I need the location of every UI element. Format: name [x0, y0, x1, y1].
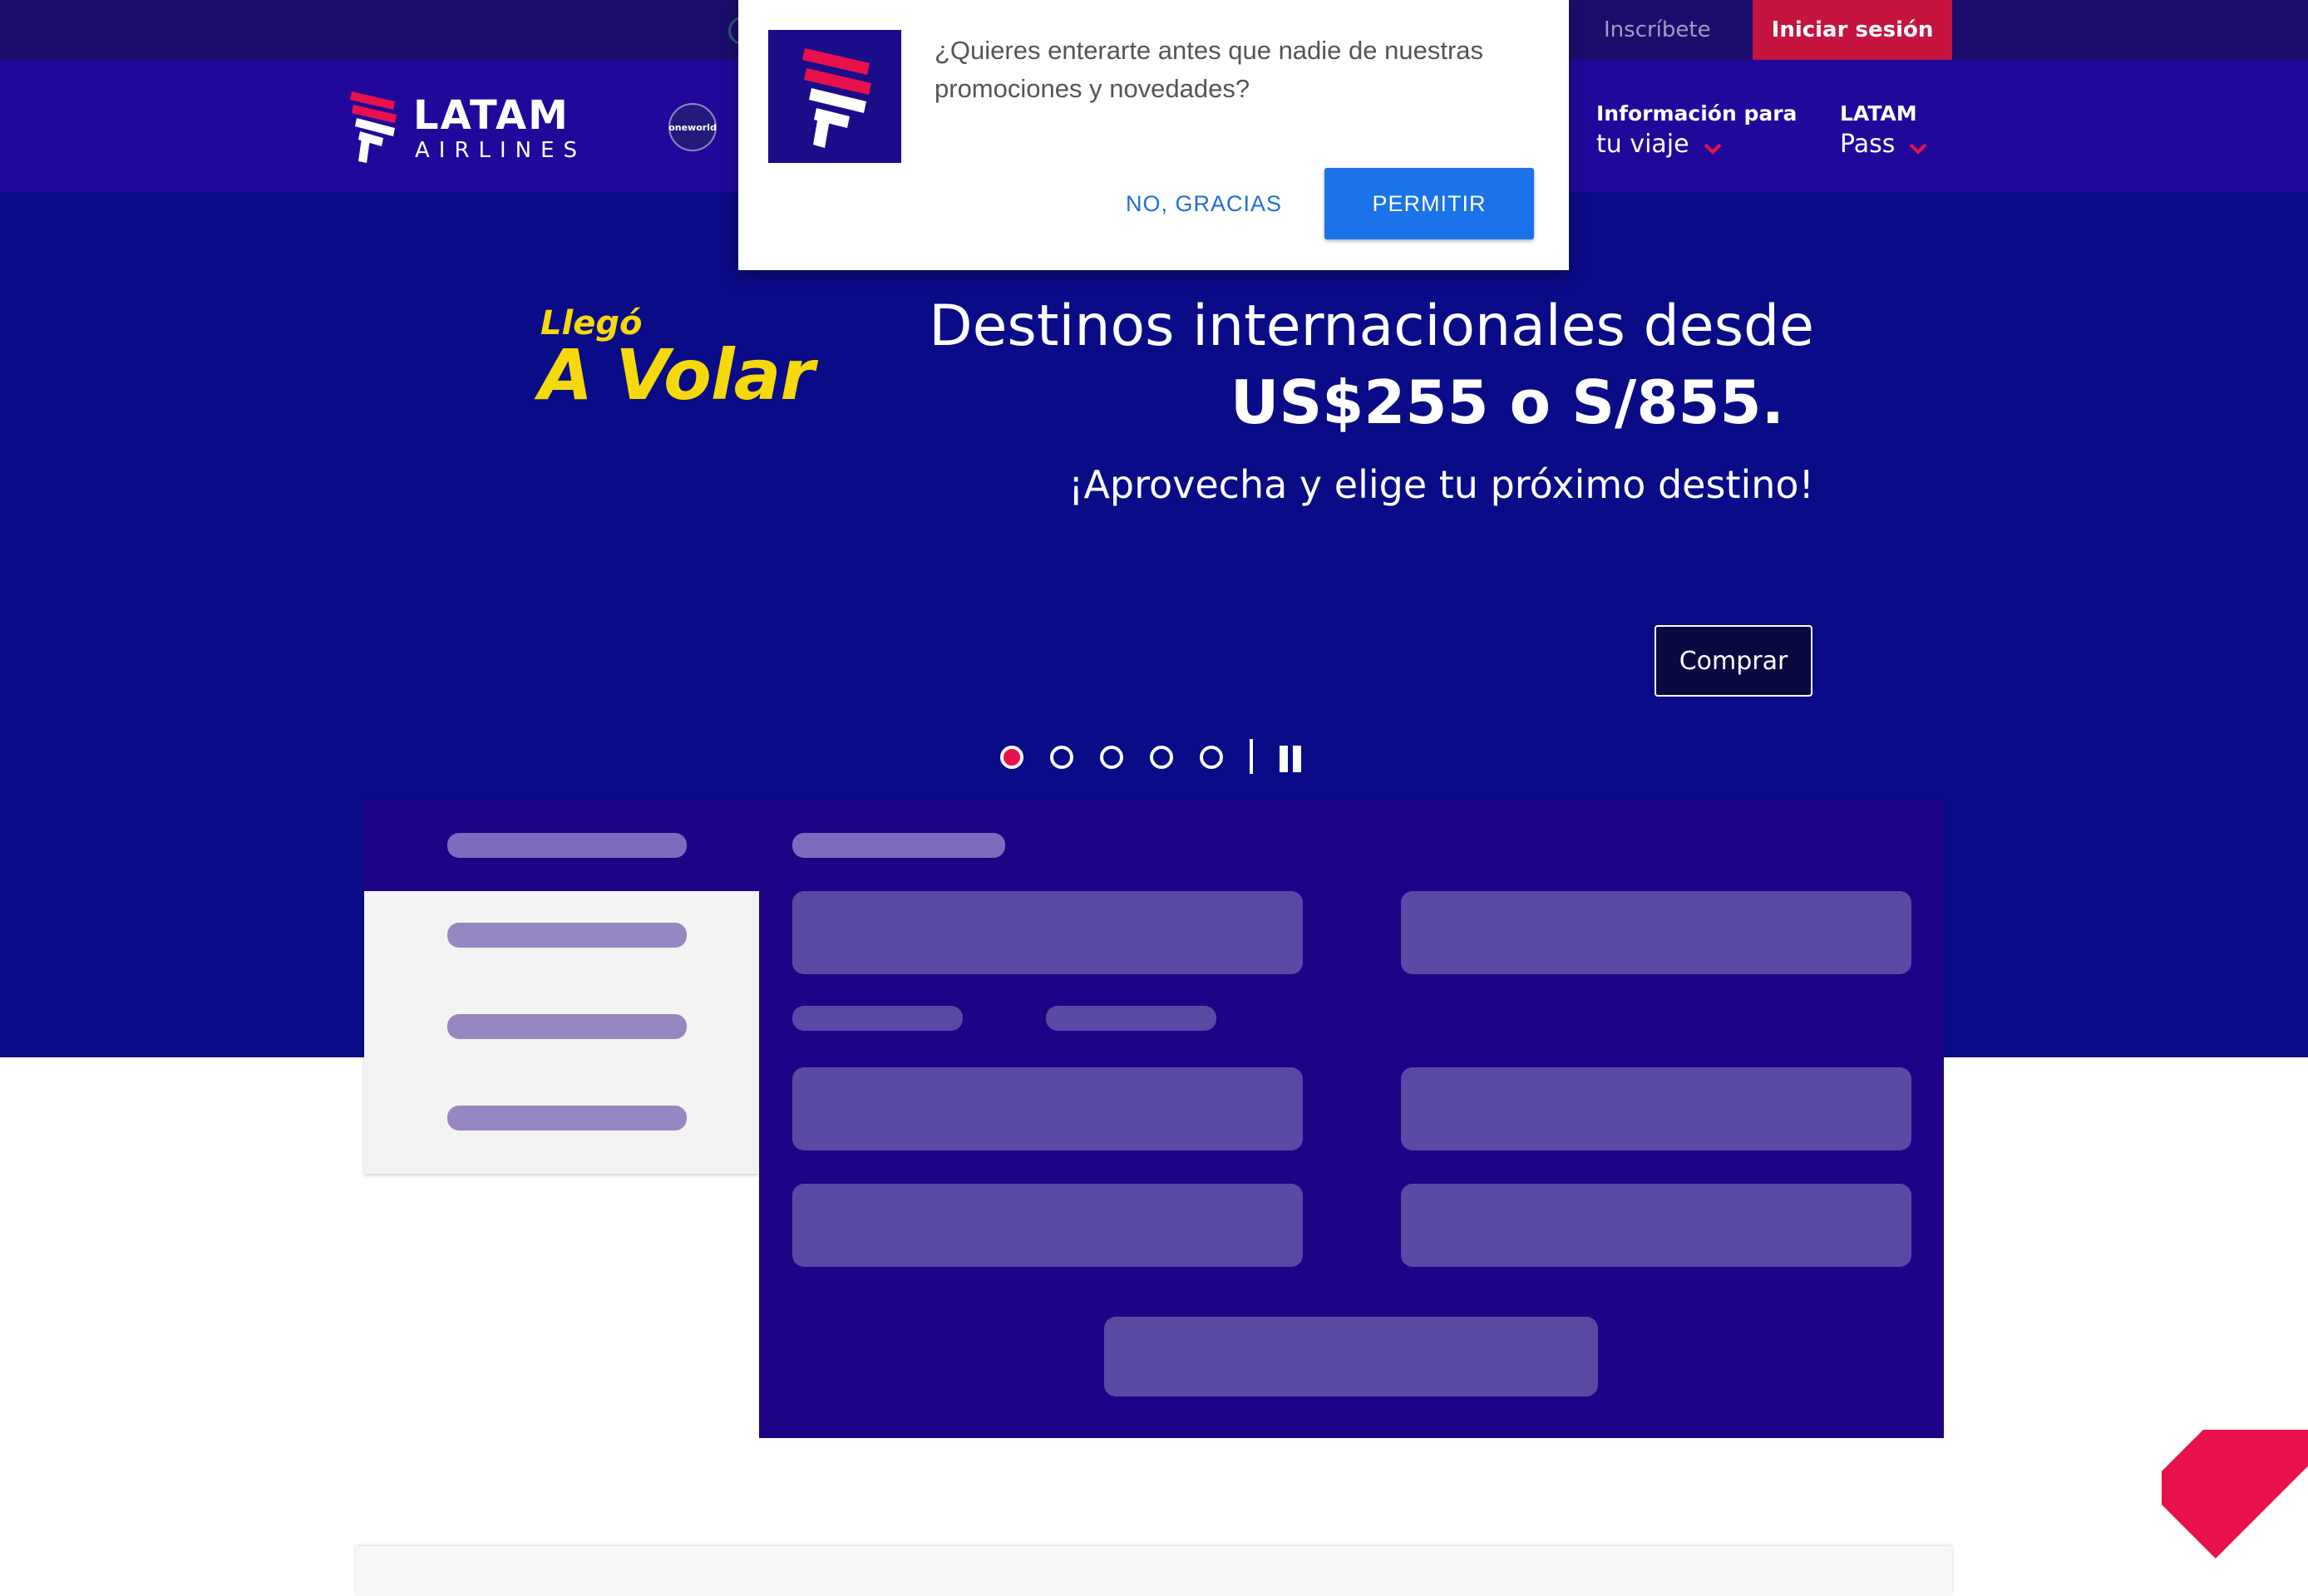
- pause-icon[interactable]: [1278, 746, 1303, 772]
- carousel-dot-4[interactable]: [1150, 746, 1173, 769]
- skeleton-input-origin: [792, 891, 1303, 974]
- chevron-down-icon: [1704, 143, 1722, 155]
- nav-item-sublabel: Pass: [1840, 130, 1896, 159]
- allow-button[interactable]: PERMITIR: [1324, 168, 1534, 239]
- popup-message: ¿Quieres enterarte antes que nadie de nu…: [935, 36, 1484, 103]
- hero-price: US$255 o S/855.: [1230, 367, 1784, 437]
- popup-logo: [768, 30, 901, 163]
- latam-logo-icon: [350, 91, 397, 163]
- skeleton-tab-label: [447, 833, 687, 858]
- nav-item-travel-info[interactable]: Información para tu viaje: [1596, 100, 1797, 161]
- buy-button[interactable]: Comprar: [1655, 625, 1812, 697]
- carousel-divider: [1250, 739, 1253, 774]
- booking-widget-header: [364, 800, 1944, 891]
- content-card: [356, 1546, 1952, 1596]
- skeleton-input-return: [1401, 1067, 1911, 1150]
- oneworld-badge[interactable]: oneworld: [668, 103, 717, 151]
- booking-widget-form: [759, 891, 1944, 1438]
- hero-title: Destinos internacionales desde: [929, 293, 1814, 359]
- latam-logo[interactable]: LATAM AIRLINES: [348, 86, 606, 170]
- logo-subtitle: AIRLINES: [415, 138, 587, 163]
- chevron-down-icon: [1910, 143, 1927, 155]
- skeleton-input-destination: [1401, 891, 1911, 974]
- carousel-dot-5[interactable]: [1200, 746, 1223, 769]
- skeleton-sidebar-item: [447, 1014, 687, 1039]
- skeleton-search-button: [1104, 1317, 1598, 1396]
- skeleton-heading: [792, 833, 1005, 858]
- skeleton-option: [1046, 1006, 1216, 1031]
- login-button[interactable]: Iniciar sesión: [1753, 0, 1952, 60]
- hero-subtitle: ¡Aprovecha y elige tu próximo destino!: [1068, 462, 1814, 507]
- promo-logo-main: A Volar: [539, 334, 815, 416]
- skeleton-option: [792, 1006, 963, 1031]
- notification-popup: ¿Quieres enterarte antes que nadie de nu…: [738, 0, 1569, 270]
- skeleton-sidebar-item: [447, 1106, 687, 1130]
- skeleton-input-cabin: [1401, 1184, 1911, 1267]
- skeleton-input-passengers: [792, 1184, 1303, 1267]
- nav-item-latam-pass[interactable]: LATAM Pass: [1840, 100, 1927, 161]
- booking-widget-sidebar: [364, 891, 759, 1174]
- feedback-ribbon[interactable]: Danos tu opinión: [2162, 1430, 2308, 1576]
- logo-wordmark: LATAM: [413, 92, 570, 139]
- nav-item-sublabel: tu viaje: [1596, 130, 1689, 159]
- carousel-dot-1[interactable]: [1000, 746, 1023, 769]
- register-link[interactable]: Inscríbete: [1604, 15, 1711, 45]
- carousel-dot-3[interactable]: [1100, 746, 1123, 769]
- decline-button[interactable]: NO, GRACIAS: [1096, 168, 1312, 239]
- nav-item-label: Información para: [1596, 101, 1798, 126]
- nav-item-label: LATAM: [1840, 101, 1917, 126]
- carousel-dot-2[interactable]: [1050, 746, 1073, 769]
- latam-logo-icon: [802, 48, 871, 148]
- skeleton-sidebar-item: [447, 923, 687, 948]
- skeleton-input-departure: [792, 1067, 1303, 1150]
